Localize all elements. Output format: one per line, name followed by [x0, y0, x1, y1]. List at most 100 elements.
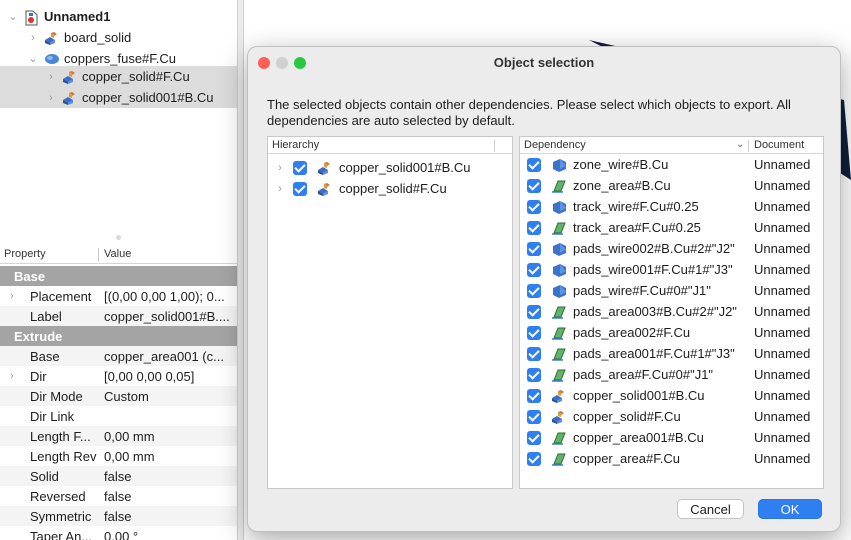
dependency-header: Dependency ⌄ Document: [520, 137, 823, 154]
dependency-item[interactable]: copper_solid001#B.Cu Unnamed: [520, 385, 823, 406]
dialog-titlebar: Object selection: [248, 47, 840, 77]
tree-item-label: coppers_fuse#F.Cu: [64, 51, 177, 66]
tree-item[interactable]: ⌄ Unnamed1: [0, 6, 110, 27]
dependency-item[interactable]: zone_area#B.Cu Unnamed: [520, 175, 823, 196]
dialog-message: The selected objects contain other depen…: [267, 97, 791, 128]
property-row[interactable]: Dir Mode Custom: [0, 386, 237, 406]
property-row[interactable]: › Placement [(0,00 0,00 1,00); 0...: [0, 286, 237, 306]
dependency-item[interactable]: copper_area#F.Cu Unnamed: [520, 448, 823, 469]
property-value[interactable]: false: [104, 509, 236, 524]
hierarchy-item[interactable]: › copper_solid001#B.Cu: [268, 157, 512, 178]
dependency-item[interactable]: pads_area#F.Cu#0#"J1" Unnamed: [520, 364, 823, 385]
checkbox[interactable]: [527, 304, 541, 319]
hierarchy-item[interactable]: › copper_solid#F.Cu: [268, 178, 512, 199]
checkbox[interactable]: [527, 220, 541, 235]
chevron-right-icon[interactable]: ›: [10, 290, 14, 302]
checkbox[interactable]: [527, 262, 541, 277]
dependency-item[interactable]: copper_area001#B.Cu Unnamed: [520, 427, 823, 448]
checkbox[interactable]: [527, 451, 541, 466]
property-row[interactable]: Label copper_solid001#B....: [0, 306, 237, 326]
property-row[interactable]: Solid false: [0, 466, 237, 486]
model-tree: ⌄ Unnamed1 › board_solid ⌄ coppers_fuse#F.Cu ›…: [0, 0, 237, 232]
property-value[interactable]: [(0,00 0,00 1,00); 0...: [104, 289, 236, 304]
dependency-item[interactable]: pads_area002#F.Cu Unnamed: [520, 322, 823, 343]
checkbox[interactable]: [527, 283, 541, 298]
face-icon: [551, 305, 567, 319]
dependency-item[interactable]: pads_wire002#B.Cu#2#"J2" Unnamed: [520, 238, 823, 259]
dependency-item[interactable]: copper_solid#F.Cu Unnamed: [520, 406, 823, 427]
dependency-document: Unnamed: [754, 199, 811, 214]
hierarchy-list[interactable]: Hierarchy › copper_solid001#B.Cu › copper_s…: [267, 136, 513, 489]
property-row[interactable]: Length Rev 0,00 mm: [0, 446, 237, 466]
sort-chevron-icon[interactable]: ⌄: [736, 139, 744, 150]
dependency-item[interactable]: pads_wire001#F.Cu#1#"J3" Unnamed: [520, 259, 823, 280]
dependency-document: Unnamed: [754, 451, 811, 466]
property-value[interactable]: Custom: [104, 389, 236, 404]
dependency-item[interactable]: pads_area003#B.Cu#2#"J2" Unnamed: [520, 301, 823, 322]
chevron-right-icon[interactable]: ›: [275, 183, 285, 195]
document-column-header[interactable]: Document: [754, 139, 804, 151]
chevron-right-icon[interactable]: ›: [275, 162, 285, 174]
dependency-list[interactable]: Dependency ⌄ Document zone_wire#B.Cu Unna…: [519, 136, 824, 489]
property-value[interactable]: 0,00 °: [104, 529, 236, 540]
dependency-name: copper_area#F.Cu: [573, 451, 680, 466]
checkbox[interactable]: [527, 157, 541, 172]
property-row[interactable]: Dir Link: [0, 406, 237, 426]
tree-item-label: copper_solid001#B.Cu: [82, 90, 214, 105]
property-row[interactable]: Symmetric false: [0, 506, 237, 526]
property-name: Symmetric: [30, 508, 92, 524]
checkbox[interactable]: [527, 430, 541, 445]
chevron-icon[interactable]: ⌄: [8, 10, 18, 23]
property-group-label: Base: [14, 268, 46, 284]
dependency-item[interactable]: pads_wire#F.Cu#0#"J1" Unnamed: [520, 280, 823, 301]
tree-item-label: copper_solid#F.Cu: [82, 69, 190, 84]
property-row[interactable]: Taper An... 0,00 °: [0, 526, 237, 540]
checkbox[interactable]: [527, 199, 541, 214]
checkbox[interactable]: [293, 181, 307, 196]
panel-divider[interactable]: [237, 0, 244, 540]
property-value[interactable]: 0,00 mm: [104, 429, 236, 444]
dependency-item[interactable]: track_wire#F.Cu#0.25 Unnamed: [520, 196, 823, 217]
dependency-column-header[interactable]: Dependency: [524, 139, 586, 151]
property-group-header[interactable]: Base: [0, 266, 237, 286]
checkbox[interactable]: [293, 160, 307, 175]
property-value[interactable]: false: [104, 489, 236, 504]
property-value[interactable]: [0,00 0,00 0,05]: [104, 369, 236, 384]
face-icon: [551, 326, 567, 340]
chevron-right-icon[interactable]: ›: [10, 370, 14, 382]
property-row[interactable]: Base copper_area001 (c...: [0, 346, 237, 366]
checkbox[interactable]: [527, 409, 541, 424]
property-value[interactable]: copper_solid001#B....: [104, 309, 236, 324]
checkbox[interactable]: [527, 367, 541, 382]
cancel-button[interactable]: Cancel: [677, 499, 744, 519]
chevron-icon[interactable]: ⌄: [28, 52, 38, 65]
property-value[interactable]: false: [104, 469, 236, 484]
property-row[interactable]: › Dir [0,00 0,00 0,05]: [0, 366, 237, 386]
hierarchy-header: Hierarchy: [268, 137, 512, 154]
tree-item[interactable]: › copper_solid#F.Cu: [0, 66, 237, 87]
dependency-item[interactable]: track_area#F.Cu#0.25 Unnamed: [520, 217, 823, 238]
tree-item[interactable]: › copper_solid001#B.Cu: [0, 87, 237, 108]
property-name: Taper An...: [30, 528, 93, 540]
checkbox[interactable]: [527, 325, 541, 340]
checkbox[interactable]: [527, 241, 541, 256]
property-row[interactable]: Length F... 0,00 mm: [0, 426, 237, 446]
tree-item[interactable]: › board_solid: [0, 27, 131, 48]
dependency-item[interactable]: zone_wire#B.Cu Unnamed: [520, 154, 823, 175]
checkbox[interactable]: [527, 346, 541, 361]
document-icon: [24, 10, 40, 25]
ok-button[interactable]: OK: [758, 499, 822, 519]
property-group-header[interactable]: Extrude: [0, 326, 237, 346]
splitter-handle[interactable]: [116, 235, 121, 240]
property-row[interactable]: Reversed false: [0, 486, 237, 506]
dependency-document: Unnamed: [754, 262, 811, 277]
property-value[interactable]: copper_area001 (c...: [104, 349, 236, 364]
checkbox[interactable]: [527, 178, 541, 193]
chevron-icon[interactable]: ›: [28, 32, 38, 44]
checkbox[interactable]: [527, 388, 541, 403]
property-value[interactable]: 0,00 mm: [104, 449, 236, 464]
dependency-item[interactable]: pads_area001#F.Cu#1#"J3" Unnamed: [520, 343, 823, 364]
chevron-icon[interactable]: ›: [46, 71, 56, 83]
wire-icon: [551, 242, 567, 256]
chevron-icon[interactable]: ›: [46, 92, 56, 104]
